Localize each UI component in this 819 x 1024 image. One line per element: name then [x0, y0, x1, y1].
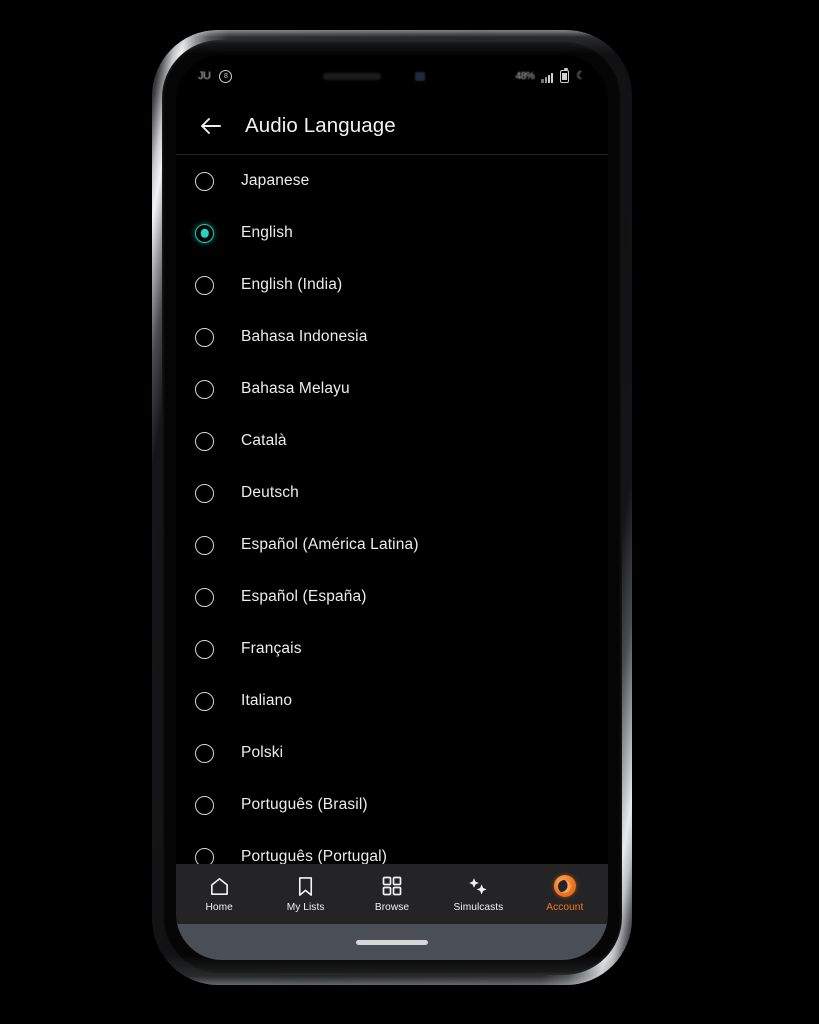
language-option-row[interactable]: Català [176, 415, 608, 467]
radio-button-unselected[interactable] [195, 535, 214, 555]
phone-bezel: JU 8 48% ☾ Audio Language Japanese Engli… [162, 40, 622, 975]
radio-button-selected[interactable] [195, 223, 214, 243]
language-option-row[interactable]: English [176, 207, 608, 259]
language-option-row[interactable]: Français [176, 623, 608, 675]
radio-button-unselected[interactable] [195, 275, 214, 295]
nav-item-home[interactable]: Home [176, 876, 262, 913]
back-arrow-icon[interactable] [194, 109, 228, 143]
home-indicator[interactable] [356, 939, 428, 945]
language-option-label: Japanese [241, 172, 310, 189]
language-option-label: Français [241, 640, 302, 657]
language-option-row[interactable]: Japanese [176, 155, 608, 207]
language-option-row[interactable]: Português (Brasil) [176, 779, 608, 831]
radio-button-unselected[interactable] [195, 587, 214, 607]
language-option-label: Deutsch [241, 484, 299, 501]
crescent-moon-icon: ☾ [576, 69, 586, 82]
language-option-row[interactable]: English (India) [176, 259, 608, 311]
status-bar-left: JU 8 [198, 69, 233, 83]
radio-button-unselected[interactable] [195, 691, 214, 711]
battery-percent-label: 48% [515, 70, 535, 82]
language-option-label: Bahasa Indonesia [241, 328, 368, 345]
grid-icon [382, 876, 402, 897]
notification-blur-pill [323, 72, 381, 80]
nav-item-my-lists[interactable]: My Lists [262, 876, 348, 913]
radio-button-unselected[interactable] [195, 483, 214, 503]
language-option-label: English [241, 224, 293, 241]
nav-item-browse[interactable]: Browse [349, 876, 435, 913]
screenshot-stage: JU 8 48% ☾ Audio Language Japanese Engli… [0, 0, 819, 1024]
nav-item-label: My Lists [286, 901, 325, 913]
signal-bars-icon [541, 72, 554, 83]
home-icon [209, 876, 230, 897]
battery-icon [560, 67, 570, 83]
language-option-row[interactable]: Polski [176, 727, 608, 779]
circled-8-icon: 8 [219, 69, 233, 83]
status-bar-right: 48% ☾ [515, 67, 586, 83]
audio-language-list: Japanese English English (India) Bahasa Ind… [176, 155, 608, 888]
page-title: Audio Language [245, 113, 396, 137]
sparkles-icon [467, 876, 489, 897]
radio-button-unselected[interactable] [195, 327, 214, 347]
crunchyroll-logo-icon [553, 875, 576, 897]
nav-item-label: Home [205, 901, 233, 913]
system-gesture-area [176, 924, 608, 960]
nav-item-label: Account [546, 901, 584, 913]
language-option-label: Català [241, 432, 287, 449]
status-bar-notch-area [232, 71, 515, 81]
language-option-label: Español (España) [241, 588, 367, 605]
radio-button-unselected[interactable] [195, 795, 214, 815]
language-option-row[interactable]: Deutsch [176, 467, 608, 519]
language-option-row[interactable]: Español (América Latina) [176, 519, 608, 571]
language-option-label: Bahasa Melayu [241, 380, 350, 397]
nav-item-account[interactable]: Account [522, 875, 608, 913]
language-option-row[interactable]: Italiano [176, 675, 608, 727]
language-option-label: Español (América Latina) [241, 536, 419, 553]
radio-button-unselected[interactable] [195, 379, 214, 399]
nav-item-label: Simulcasts [453, 901, 504, 913]
radio-button-unselected[interactable] [195, 171, 214, 191]
language-option-label: Polski [241, 744, 284, 761]
status-bar: JU 8 48% ☾ [176, 55, 608, 97]
notification-blur-dot [415, 71, 425, 81]
language-option-row[interactable]: Español (España) [176, 571, 608, 623]
radio-button-unselected[interactable] [195, 431, 214, 451]
bottom-navigation-bar: Home My Lists Browse Simulcasts Account [176, 864, 608, 924]
phone-screen: JU 8 48% ☾ Audio Language Japanese Engli… [176, 55, 608, 960]
language-option-row[interactable]: Bahasa Melayu [176, 363, 608, 415]
language-option-label: Italiano [241, 692, 293, 709]
language-option-row[interactable]: Bahasa Indonesia [176, 311, 608, 363]
status-left-glyph: JU [198, 70, 211, 82]
radio-button-unselected[interactable] [195, 639, 214, 659]
phone-device-frame: JU 8 48% ☾ Audio Language Japanese Engli… [152, 30, 632, 985]
bookmark-icon [296, 876, 315, 897]
language-option-label: English (India) [241, 276, 343, 293]
nav-item-label: Browse [374, 901, 410, 913]
nav-item-simulcasts[interactable]: Simulcasts [435, 876, 521, 913]
crunchyroll-logo-icon [553, 875, 576, 897]
radio-button-unselected[interactable] [195, 743, 214, 763]
app-bar: Audio Language [176, 97, 608, 155]
language-option-label: Português (Brasil) [241, 796, 368, 813]
